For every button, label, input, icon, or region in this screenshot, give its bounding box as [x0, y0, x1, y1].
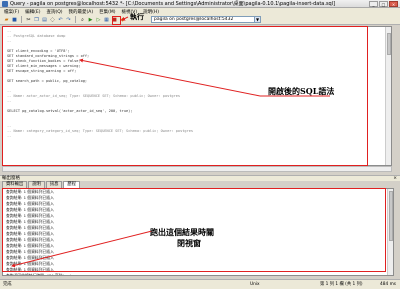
help-icon[interactable]: ◆: [119, 16, 126, 23]
explain-icon[interactable]: ▦: [103, 16, 110, 23]
scrollbar-thumb[interactable]: [387, 33, 391, 55]
cut-icon[interactable]: ✂: [25, 16, 32, 23]
sql-annotation: 開啟後的SQL語法: [268, 86, 335, 96]
status-encoding: Unix: [250, 282, 260, 287]
title-bar: Query - pagila on postgres@localhost:543…: [0, 0, 400, 8]
status-cursor-position: 第 1 列 1 欄 (共 1 列): [320, 282, 363, 287]
scrollbar-thumb[interactable]: [389, 191, 393, 241]
window-title: Query - pagila on postgres@localhost:543…: [10, 1, 336, 7]
toolbar: ▰ ■ ✂ ❐ ▤ ◌ ↶ ↷ ⌕ ▶ ▷ ▦ ■ ◆ pagila on po…: [0, 15, 400, 25]
save-file-icon[interactable]: ■: [11, 16, 18, 23]
close-button[interactable]: ×: [389, 0, 398, 7]
paste-icon[interactable]: ▤: [41, 16, 48, 23]
execute-to-file-icon[interactable]: ▷: [95, 16, 102, 23]
menu-macros[interactable]: 巨集(M): [99, 9, 115, 15]
open-file-icon[interactable]: ▰: [3, 16, 10, 23]
output-line: 查詢返回的總執行時間: 484 毫秒(ms)。: [6, 273, 75, 276]
app-icon: [2, 0, 8, 7]
connection-select[interactable]: pagila on postgres@localhost:5432 ▼: [151, 16, 261, 23]
menu-bar: 檔案(F) 編輯(E) 查詢(Q) 我的最愛(A) 巨集(M) 檢視(V) 說明…: [0, 8, 400, 15]
connection-value: pagila on postgres@localhost:5432: [154, 17, 234, 22]
menu-favourites[interactable]: 我的最愛(A): [69, 9, 94, 15]
copy-icon[interactable]: ❐: [33, 16, 40, 23]
undo-icon[interactable]: ↶: [57, 16, 64, 23]
status-text: 完成: [3, 282, 12, 287]
maximize-button[interactable]: □: [379, 0, 388, 7]
close-window-annotation-line2: 閉視窗: [177, 238, 201, 248]
tab-history[interactable]: 歷程: [63, 181, 80, 188]
output-vertical-scrollbar[interactable]: [387, 189, 393, 275]
clear-icon[interactable]: ◌: [49, 16, 56, 23]
close-window-annotation-line1: 跑出這個結果時關: [150, 227, 214, 237]
chevron-down-icon[interactable]: ▼: [254, 17, 260, 22]
window-controls: _ □ ×: [369, 0, 398, 7]
editor-vertical-scrollbar[interactable]: [385, 27, 391, 165]
sql-line: [7, 139, 387, 144]
menu-file[interactable]: 檔案(F): [4, 9, 19, 15]
status-execution-time: 484 ms: [380, 282, 396, 287]
find-icon[interactable]: ⌕: [79, 16, 86, 23]
toolbar-separator: [75, 16, 76, 23]
status-bar: 完成 Unix 第 1 列 1 欄 (共 1 列) 484 ms: [0, 279, 400, 289]
output-tabs: 資料輸出 說明 訊息 歷程: [2, 181, 396, 188]
toolbar-separator: [21, 16, 22, 23]
menu-query[interactable]: 查詢(Q): [46, 9, 62, 15]
cancel-query-icon[interactable]: ■: [111, 16, 118, 23]
menu-help[interactable]: 說明(H): [143, 9, 159, 15]
menu-edit[interactable]: 編輯(E): [25, 9, 40, 15]
execute-query-icon[interactable]: ▶: [87, 16, 94, 23]
execute-annotation: 執行: [130, 12, 144, 21]
tab-data-output[interactable]: 資料輸出: [2, 181, 28, 188]
minimize-button[interactable]: _: [369, 0, 378, 7]
tab-messages[interactable]: 訊息: [45, 181, 63, 188]
redo-icon[interactable]: ↷: [65, 16, 72, 23]
tab-explain[interactable]: 說明: [28, 181, 45, 188]
